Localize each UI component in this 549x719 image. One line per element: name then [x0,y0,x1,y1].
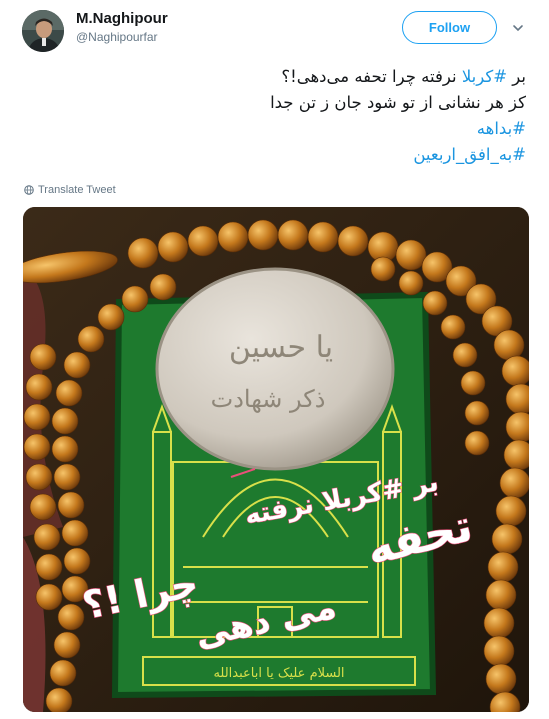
avatar[interactable] [22,10,64,52]
tweet-line-1: بر #کربلا نرفته چرا تحفه می‌دهی!؟ [26,64,526,90]
tweet-text-rest: نرفته چرا تحفه می‌دهی!؟ [281,67,462,86]
chevron-down-icon[interactable] [512,22,524,34]
tweet-text-prefix: بر [507,67,526,86]
user-handle[interactable]: @Naghipourfar [76,30,158,44]
tweet-photo[interactable]: السلام علیک یا اباعبدالله یا حسین ذکر شه… [23,207,529,712]
tweet-header: M.Naghipour @Naghipourfar Follow [0,0,549,60]
globe-icon [24,185,34,195]
translate-tweet-link[interactable]: Translate Tweet [24,184,116,196]
cloth-inscription: السلام علیک یا اباعبدالله [213,666,344,681]
hashtag-arbaeen-link[interactable]: #به_افق_اربعین [26,142,526,168]
seal-inscription-1: یا حسین [229,330,333,365]
follow-button[interactable]: Follow [402,11,497,44]
display-name[interactable]: M.Naghipour [76,10,168,27]
tweet-line-2: کز هر نشانی از تو شود جان ز تن جدا [270,93,526,112]
seal-inscription-2: ذکر شهادت [211,385,326,413]
photo-illustration: السلام علیک یا اباعبدالله یا حسین ذکر شه… [23,207,529,712]
avatar-image [22,10,64,52]
tweet-text: بر #کربلا نرفته چرا تحفه می‌دهی!؟ کز هر … [26,64,526,168]
hashtag-badaheh-link[interactable]: #بداهه [26,116,526,142]
hashtag-karbala-link[interactable]: #کربلا [462,67,507,86]
translate-label: Translate Tweet [38,184,116,196]
